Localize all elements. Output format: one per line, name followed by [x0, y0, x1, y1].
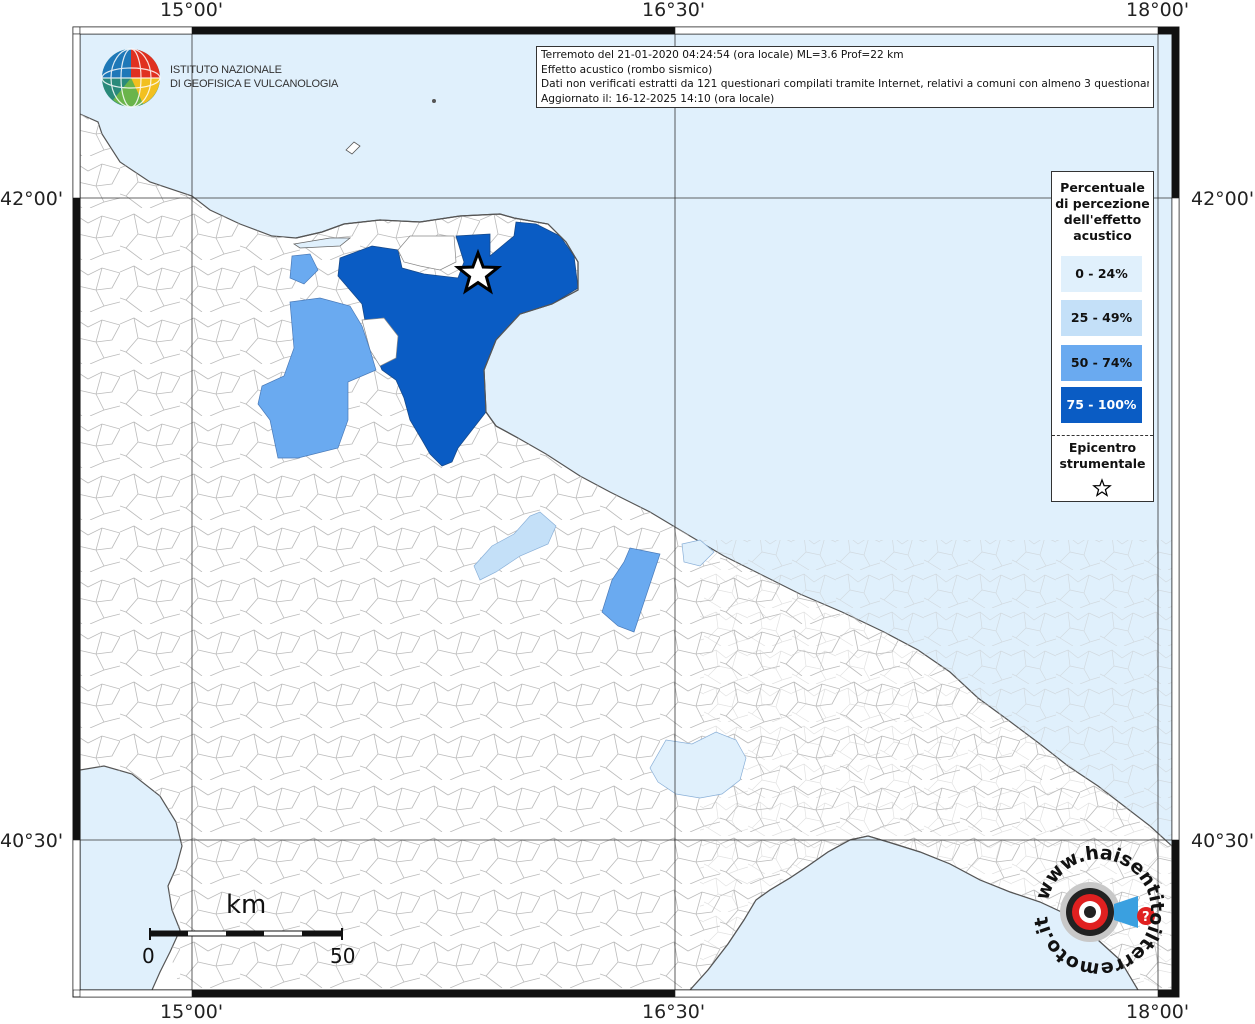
info-line-data: Dati non verificati estratti da 121 ques…: [541, 78, 1149, 90]
legend-epicenter-line1: Epicentro: [1068, 440, 1137, 455]
legend-title-line2: di percezione: [1055, 196, 1150, 211]
legend-class-50-74: 50 - 74%: [1061, 345, 1142, 381]
haisentito-logo-icon: ? www.haisentitoilterremoto.it: [1034, 846, 1164, 976]
lon-label-bottom-16-30: 16°30': [642, 1001, 706, 1023]
lon-label-top-16-30: 16°30': [642, 0, 706, 21]
legend-title-line4: acustico: [1073, 228, 1132, 243]
lon-label-top-18: 18°00': [1126, 0, 1190, 21]
info-line-updated: Aggiornato il: 16-12-2025 14:10 (ora loc…: [541, 92, 775, 105]
lon-label-bottom-18: 18°00': [1126, 1001, 1190, 1023]
scale-max-label: 50: [330, 944, 356, 968]
legend-title-line3: dell'effetto: [1063, 212, 1142, 227]
legend-separator: [1052, 435, 1153, 436]
lat-label-right-40-30: 40°30': [1191, 830, 1255, 852]
lon-label-bottom-15: 15°00': [160, 1001, 224, 1023]
star-outline-icon: [1092, 478, 1112, 497]
legend-epicenter-line2: strumentale: [1059, 456, 1146, 471]
lat-label-right-42: 42°00': [1191, 188, 1255, 210]
info-line-event: Terremoto del 21-01-2020 04:24:54 (ora l…: [541, 49, 904, 61]
institute-name: ISTITUTO NAZIONALE DI GEOFISICA E VULCAN…: [170, 63, 338, 91]
legend-title-line1: Percentuale: [1060, 180, 1145, 195]
scale-unit-label: km: [226, 890, 267, 920]
legend-class-25-49: 25 - 49%: [1061, 300, 1142, 336]
lat-label-left-42: 42°00': [0, 188, 64, 210]
scale-min-label: 0: [142, 944, 155, 968]
ingv-logo-icon: [101, 48, 161, 108]
legend-class-75-100: 75 - 100%: [1061, 387, 1142, 423]
legend: Percentuale di percezione dell'effetto a…: [1051, 171, 1154, 502]
legend-class-0-24: 0 - 24%: [1061, 256, 1142, 292]
earthquake-info-box: Terremoto del 21-01-2020 04:24:54 (ora l…: [536, 46, 1154, 108]
institute-name-line1: ISTITUTO NAZIONALE: [170, 64, 282, 76]
legend-title: Percentuale di percezione dell'effetto a…: [1052, 180, 1153, 244]
institute-name-line2: DI GEOFISICA E VULCANOLOGIA: [170, 78, 339, 90]
legend-epicenter: Epicentro strumentale: [1052, 440, 1153, 472]
pianosa-island: [432, 99, 436, 103]
info-line-effect: Effetto acustico (rombo sismico): [541, 63, 713, 76]
lat-label-left-40-30: 40°30': [0, 830, 64, 852]
lon-label-top-15: 15°00': [160, 0, 224, 21]
